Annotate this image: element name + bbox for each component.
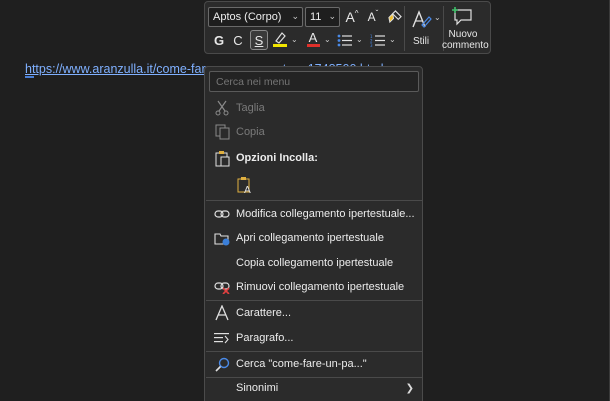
open-link-icon (213, 229, 231, 247)
font-family-select[interactable]: Aptos (Corpo) ⌄ (208, 7, 303, 27)
menu-item-copy[interactable]: Copia (206, 120, 422, 144)
chevron-down-icon[interactable]: ⌄ (434, 13, 441, 22)
menu-item-open-hyperlink[interactable]: Apri collegamento ipertestuale (206, 226, 422, 250)
chevron-down-icon[interactable]: ⌄ (389, 35, 396, 44)
font-color-icon: A (308, 30, 318, 45)
mini-toolbar: Aptos (Corpo) ⌄ 11 ⌄ A^ Aˇ G C S ⌄ A ⌄ (204, 1, 491, 54)
chevron-down-icon[interactable]: ⌄ (291, 35, 298, 44)
chevron-down-icon: ⌄ (328, 11, 336, 21)
toolbar-divider (404, 6, 405, 51)
highlight-button[interactable] (271, 29, 289, 49)
menu-item-label: Taglia (236, 102, 265, 114)
chevron-right-icon: ❯ (405, 382, 414, 394)
font-size-value: 11 (310, 11, 322, 23)
chevron-down-icon[interactable]: ⌄ (324, 35, 331, 44)
menu-item-label: Copia collegamento ipertestuale (236, 257, 394, 269)
menu-item-copy-hyperlink[interactable]: Copia collegamento ipertestuale (206, 251, 422, 275)
menu-separator (206, 200, 422, 201)
menu-item-edit-hyperlink[interactable]: Modifica collegamento ipertestuale... (206, 202, 422, 226)
menu-search-input[interactable] (209, 71, 419, 92)
new-comment-label: Nuovo commento (442, 29, 489, 51)
menu-item-label: Copia (236, 126, 265, 138)
paste-keep-text-only-button[interactable]: A (235, 175, 255, 195)
menu-item-label: Carattere... (236, 307, 292, 319)
styles-button[interactable] (409, 7, 433, 33)
svg-text:A: A (244, 185, 251, 194)
new-comment-label-line2: commento (442, 40, 489, 51)
styles-label: Stili (412, 36, 430, 47)
font-size-select[interactable]: 11 ⌄ (305, 7, 340, 27)
grow-font-icon: A (345, 9, 355, 25)
shrink-font-button[interactable]: Aˇ (364, 7, 382, 27)
bold-button[interactable]: G (211, 30, 227, 50)
format-painter-button[interactable] (385, 7, 403, 27)
grow-font-button[interactable]: A ^ (343, 7, 361, 27)
new-comment-button[interactable] (451, 5, 473, 27)
chevron-down-icon: ⌄ (291, 11, 299, 21)
numbering-button[interactable]: 1 2 3 (369, 30, 385, 50)
menu-item-font[interactable]: Carattere... (206, 301, 422, 325)
menu-item-label: Cerca "come-fare-un-pa..." (236, 358, 367, 370)
menu-item-synonyms[interactable]: Sinonimi ❯ (206, 376, 422, 400)
styles-icon (412, 10, 432, 28)
svg-text:3: 3 (370, 43, 373, 47)
scissors-icon (213, 99, 231, 117)
font-color-swatch (306, 44, 320, 47)
menu-item-label: Rimuovi collegamento ipertestuale (236, 281, 405, 293)
menu-item-remove-hyperlink[interactable]: Rimuovi collegamento ipertestuale (206, 275, 422, 299)
menu-item-label: Apri collegamento ipertestuale (236, 232, 384, 244)
bullets-button[interactable] (336, 30, 352, 50)
chevron-down-icon[interactable]: ⌄ (356, 35, 363, 44)
font-icon (213, 304, 231, 322)
search-icon (213, 355, 231, 373)
menu-item-search[interactable]: Cerca "come-fare-un-pa..." (206, 352, 422, 376)
text-cursor-marker (25, 76, 34, 78)
underline-button[interactable]: S (250, 30, 268, 50)
highlighter-icon (273, 32, 287, 47)
menu-item-paragraph[interactable]: Paragrafo... (206, 326, 422, 350)
menu-item-cut[interactable]: Taglia (206, 96, 422, 120)
format-painter-icon (387, 9, 402, 23)
menu-item-label: Sinonimi (236, 382, 279, 394)
menu-item-paste-options: Opzioni Incolla: (206, 146, 422, 170)
font-family-value: Aptos (Corpo) (213, 11, 282, 23)
paste-text-only-icon: A (237, 177, 251, 194)
menu-item-label: Opzioni Incolla: (236, 152, 318, 164)
context-menu: Taglia Copia Opzioni Incolla: A (204, 66, 423, 401)
remove-link-icon (213, 278, 231, 296)
italic-icon: C (233, 32, 243, 48)
edit-link-icon (213, 205, 231, 223)
paste-icon (213, 149, 231, 167)
italic-button[interactable]: C (230, 30, 246, 50)
font-color-button[interactable]: A (304, 29, 322, 49)
copy-icon (213, 123, 231, 141)
paragraph-icon (213, 329, 231, 347)
new-comment-label-line1: Nuovo (448, 29, 478, 40)
new-comment-icon (452, 7, 472, 26)
numbered-list-icon: 1 2 3 (370, 34, 385, 47)
shrink-font-icon: A (367, 10, 376, 24)
bold-icon: G (213, 32, 225, 48)
bullet-list-icon (337, 34, 352, 46)
menu-item-label: Modifica collegamento ipertestuale... (236, 208, 415, 220)
underline-icon: S (254, 32, 264, 48)
menu-item-label: Paragrafo... (236, 332, 294, 344)
